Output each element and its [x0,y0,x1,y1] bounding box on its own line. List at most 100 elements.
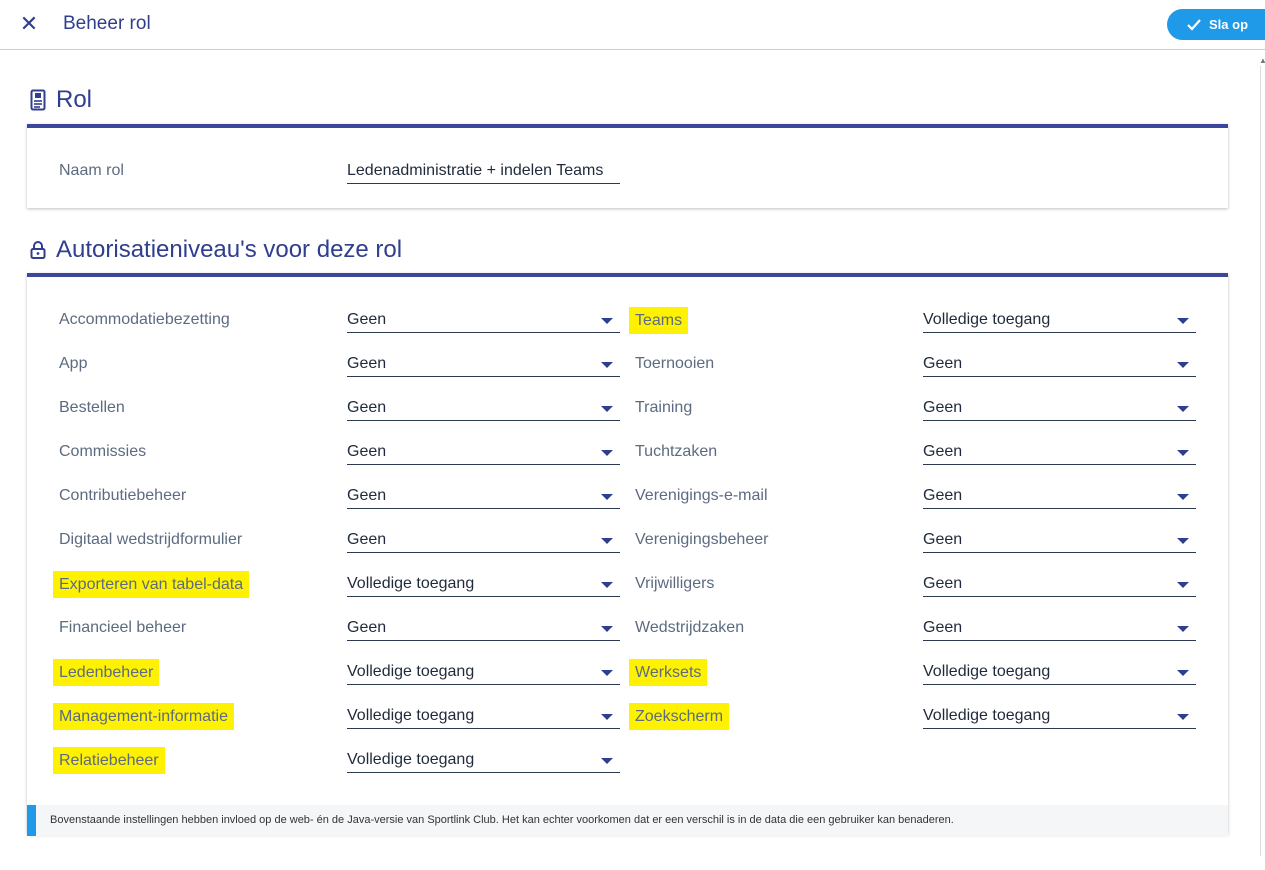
permission-label: Werksets [629,659,708,686]
close-icon[interactable]: ✕ [18,12,40,36]
auth-section-heading: Autorisatieniveau's voor deze rol [30,236,402,264]
permission-select-value: Geen [347,487,387,504]
permission-label: Verenigingsbeheer [635,531,769,548]
permission-select-value: Volledige toegang [923,311,1051,328]
permission-label: Management-informatie [53,703,234,730]
permission-select-value: Geen [347,355,387,372]
permission-select[interactable]: Geen [923,575,1196,597]
permission-select[interactable]: Volledige toegang [923,707,1196,729]
permission-label: Bestellen [59,399,125,416]
caret-down-icon [601,362,613,368]
caret-down-icon [601,582,613,588]
permission-select-value: Geen [347,531,387,548]
permission-select-value: Volledige toegang [347,575,475,592]
role-name-label: Naam rol [59,162,124,179]
caret-down-icon [601,626,613,632]
permission-select-value: Geen [923,487,963,504]
permission-select[interactable]: Geen [923,487,1196,509]
permission-select-value: Geen [347,443,387,460]
caret-down-icon [601,538,613,544]
permission-select[interactable]: Geen [923,531,1196,553]
scroll-up-arrow-icon[interactable]: ▲ [1259,56,1265,65]
lock-icon [30,241,46,259]
check-icon [1187,18,1201,31]
permission-label: Exporteren van tabel-data [53,571,250,598]
caret-down-icon [1177,670,1189,676]
save-button[interactable]: Sla op [1167,9,1265,40]
permission-select[interactable]: Geen [347,311,620,333]
permission-label: Training [635,399,693,416]
top-bar: ✕ Beheer rol Sla op ▲ [0,0,1265,65]
role-section-heading: Rol [30,86,92,114]
permission-select-value: Volledige toegang [347,707,475,724]
permission-label: Verenigings-e-mail [635,487,768,504]
permission-select[interactable]: Geen [347,443,620,465]
permission-label: Commissies [59,443,147,460]
permission-select[interactable]: Geen [923,399,1196,421]
permission-select[interactable]: Volledige toegang [923,663,1196,685]
permission-select[interactable]: Volledige toegang [347,707,620,729]
caret-down-icon [1177,626,1189,632]
permission-select-value: Volledige toegang [923,707,1051,724]
role-name-input[interactable]: Ledenadministratie + indelen Teams [347,162,620,184]
permission-select-value: Geen [347,311,387,328]
caret-down-icon [601,318,613,324]
permission-label: App [59,355,88,372]
permission-select-value: Geen [923,619,963,636]
permission-label: Toernooien [635,355,715,372]
caret-down-icon [1177,714,1189,720]
permission-select-value: Volledige toegang [347,751,475,768]
auth-card: Bovenstaande instellingen hebben invloed… [27,273,1228,836]
caret-down-icon [601,406,613,412]
permission-label: Contributiebeheer [59,487,187,504]
permission-select[interactable]: Geen [347,619,620,641]
permission-select[interactable]: Volledige toegang [923,311,1196,333]
caret-down-icon [601,670,613,676]
caret-down-icon [1177,318,1189,324]
permission-label: Ledenbeheer [53,659,160,686]
caret-down-icon [601,758,613,764]
permission-select-value: Geen [923,531,963,548]
permission-select-value: Geen [923,575,963,592]
caret-down-icon [601,714,613,720]
permission-label: Digitaal wedstrijdformulier [59,531,243,548]
permission-label: Zoekscherm [629,703,730,730]
permission-label: Relatiebeheer [53,747,165,774]
caret-down-icon [1177,450,1189,456]
permission-select-value: Geen [923,399,963,416]
permission-select[interactable]: Geen [923,355,1196,377]
page-title: Beheer rol [63,13,151,34]
permission-label: Teams [629,307,689,334]
permission-select-value: Volledige toegang [347,663,475,680]
caret-down-icon [1177,362,1189,368]
permission-select-value: Volledige toegang [923,663,1051,680]
permission-select-value: Geen [347,619,387,636]
permission-select[interactable]: Geen [347,487,620,509]
caret-down-icon [1177,494,1189,500]
auth-heading-text: Autorisatieniveau's voor deze rol [56,236,403,263]
caret-down-icon [1177,406,1189,412]
permission-label: Vrijwilligers [635,575,715,592]
permission-select-value: Geen [347,399,387,416]
id-card-icon [30,89,46,111]
permission-select[interactable]: Volledige toegang [347,751,620,773]
role-heading-text: Rol [56,86,93,113]
permission-select[interactable]: Geen [347,531,620,553]
caret-down-icon [1177,582,1189,588]
permission-select[interactable]: Volledige toegang [347,663,620,685]
permission-select[interactable]: Geen [923,443,1196,465]
permission-label: Accommodatiebezetting [59,311,230,328]
permission-select[interactable]: Geen [347,399,620,421]
permission-select-value: Geen [923,443,963,460]
permission-label: Tuchtzaken [635,443,718,460]
role-card: Naam rol Ledenadministratie + indelen Te… [27,124,1228,208]
permission-select-value: Geen [923,355,963,372]
permission-select[interactable]: Geen [923,619,1196,641]
scrollbar[interactable] [1260,66,1265,856]
permission-label: Financieel beheer [59,619,187,636]
info-note: Bovenstaande instellingen hebben invloed… [27,805,1228,836]
caret-down-icon [1177,538,1189,544]
permission-select[interactable]: Volledige toegang [347,575,620,597]
save-button-label: Sla op [1209,17,1249,32]
permission-select[interactable]: Geen [347,355,620,377]
